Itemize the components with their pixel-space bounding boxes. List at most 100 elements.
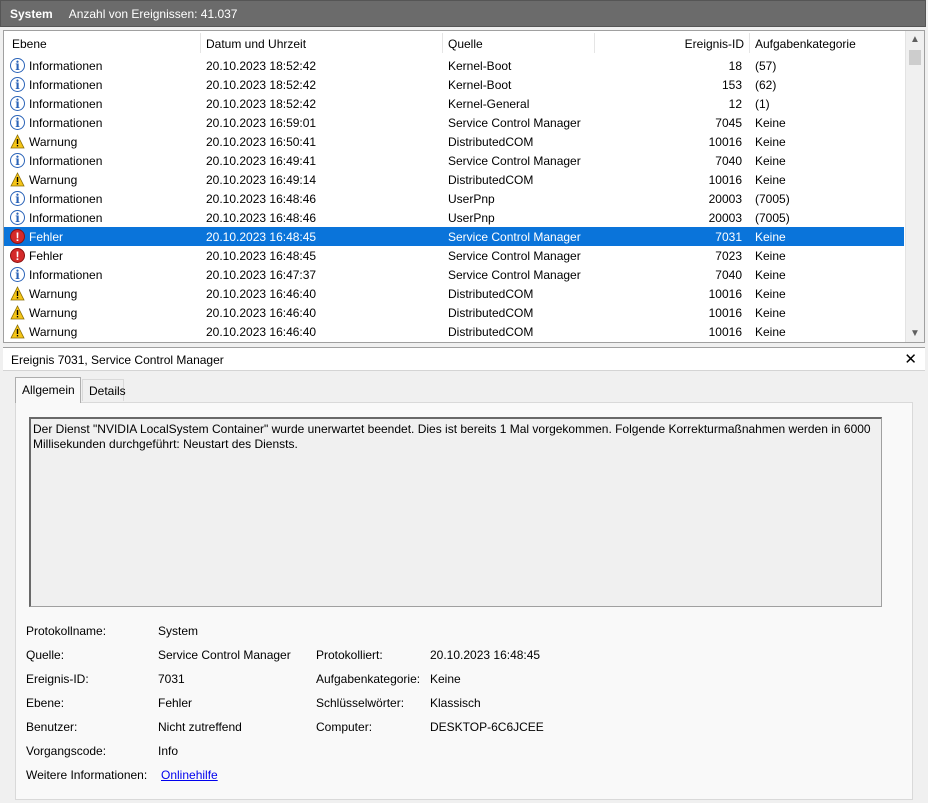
error-icon: ! — [10, 248, 25, 263]
info-icon: i — [10, 267, 25, 282]
event-id: 7040 — [715, 268, 742, 282]
label-computer: Computer: — [316, 720, 373, 734]
column-separator[interactable] — [442, 33, 443, 53]
scroll-up-icon[interactable]: ▲ — [906, 31, 924, 48]
vertical-scrollbar[interactable]: ▲ ▼ — [905, 31, 924, 342]
value-log-name[interactable]: System — [158, 624, 198, 638]
event-date: 20.10.2023 16:46:40 — [206, 306, 317, 320]
general-panel: Der Dienst "NVIDIA LocalSystem Container… — [15, 402, 913, 800]
label-task-category: Aufgabenkategorie: — [316, 672, 421, 686]
event-message-box[interactable]: Der Dienst "NVIDIA LocalSystem Container… — [29, 417, 882, 607]
column-separator[interactable] — [200, 33, 201, 53]
event-source: Kernel-General — [448, 97, 530, 111]
table-row[interactable]: Warnung 20.10.2023 16:46:40 DistributedCOM… — [4, 322, 904, 341]
table-row[interactable]: Warnung 20.10.2023 16:49:14 DistributedCOM… — [4, 170, 904, 189]
event-task-category: Keine — [755, 154, 786, 168]
value-task-category[interactable]: Keine — [430, 672, 461, 686]
label-event-id: Ereignis-ID: — [26, 672, 89, 686]
value-user[interactable]: Nicht zutreffend — [158, 720, 242, 734]
event-id: 10016 — [708, 287, 742, 301]
event-count: Anzahl von Ereignissen: 41.037 — [68, 6, 238, 21]
event-id: 10016 — [708, 135, 742, 149]
table-row[interactable]: i Informationen 20.10.2023 16:48:46 UserPnp… — [4, 189, 904, 208]
column-separator[interactable] — [594, 33, 595, 53]
event-level: Warnung — [29, 135, 78, 149]
event-detail-header: Ereignis 7031, Service Control Manager ✕ — [3, 347, 925, 371]
event-id: 7040 — [715, 154, 742, 168]
column-event-id[interactable]: Ereignis-ID — [685, 37, 744, 51]
event-level: Warnung — [29, 173, 78, 187]
column-source[interactable]: Quelle — [448, 37, 483, 51]
log-title-bar: System Anzahl von Ereignissen: 41.037 — [0, 0, 926, 27]
table-row[interactable]: i Informationen 20.10.2023 16:47:37 Service… — [4, 265, 904, 284]
event-task-category: Keine — [755, 325, 786, 339]
event-task-category: Keine — [755, 287, 786, 301]
scroll-thumb[interactable] — [909, 50, 921, 65]
table-row[interactable]: Warnung 20.10.2023 16:46:40 DistributedCOM… — [4, 303, 904, 322]
warning-icon — [10, 305, 25, 320]
table-row[interactable]: i Informationen 20.10.2023 18:52:42 Kernel-… — [4, 94, 904, 113]
event-level: Informationen — [29, 192, 103, 206]
event-id: 10016 — [708, 325, 742, 339]
online-help-link[interactable]: Onlinehilfe — [161, 768, 218, 782]
scroll-down-icon[interactable]: ▼ — [906, 325, 924, 342]
table-row[interactable]: ! Fehler 20.10.2023 16:48:45 Service Contro… — [4, 227, 904, 246]
label-opcode: Vorgangscode: — [26, 744, 107, 758]
table-row[interactable]: i Informationen 20.10.2023 18:52:42 Kernel-… — [4, 56, 904, 75]
event-level: Warnung — [29, 306, 78, 320]
info-icon: i — [10, 77, 25, 92]
event-id: 10016 — [708, 173, 742, 187]
table-row[interactable]: ! Fehler 20.10.2023 16:48:45 Service Contro… — [4, 246, 904, 265]
event-source: Service Control Manager — [448, 249, 581, 263]
tab-general[interactable]: Allgemein — [15, 377, 81, 403]
value-computer[interactable]: DESKTOP-6C6JCEE — [430, 720, 544, 734]
value-source[interactable]: Service Control Manager — [158, 648, 291, 662]
info-icon: i — [10, 153, 25, 168]
table-row[interactable]: i Informationen 20.10.2023 16:49:41 Service… — [4, 151, 904, 170]
event-date: 20.10.2023 16:46:40 — [206, 287, 317, 301]
column-date[interactable]: Datum und Uhrzeit — [206, 37, 306, 51]
event-task-category: Keine — [755, 135, 786, 149]
event-id: 10016 — [708, 306, 742, 320]
event-source: DistributedCOM — [448, 325, 534, 339]
label-level: Ebene: — [26, 696, 65, 710]
table-row[interactable]: i Informationen 20.10.2023 18:52:42 Kernel-… — [4, 75, 904, 94]
event-source: Kernel-Boot — [448, 78, 512, 92]
table-row[interactable]: i Informationen 20.10.2023 16:59:01 Service… — [4, 113, 904, 132]
event-level: Informationen — [29, 59, 103, 73]
value-event-id[interactable]: 7031 — [158, 672, 185, 686]
table-row[interactable]: Warnung 20.10.2023 16:46:40 DistributedCOM… — [4, 284, 904, 303]
tab-details[interactable]: Details — [82, 379, 126, 401]
event-date: 20.10.2023 18:52:42 — [206, 78, 317, 92]
value-logged[interactable]: 20.10.2023 16:48:45 — [430, 648, 540, 662]
column-level[interactable]: Ebene — [12, 37, 47, 51]
value-level[interactable]: Fehler — [158, 696, 192, 710]
value-keywords[interactable]: Klassisch — [430, 696, 481, 710]
column-task-category[interactable]: Aufgabenkategorie — [755, 37, 856, 51]
event-task-category: (7005) — [755, 192, 790, 206]
close-icon[interactable]: ✕ — [904, 350, 917, 368]
event-source: Kernel-Boot — [448, 59, 512, 73]
event-date: 20.10.2023 16:48:45 — [206, 249, 317, 263]
error-icon: ! — [10, 229, 25, 244]
event-date: 20.10.2023 18:52:42 — [206, 59, 317, 73]
event-source: Service Control Manager — [448, 154, 581, 168]
event-date: 20.10.2023 16:59:01 — [206, 116, 317, 130]
warning-icon — [10, 324, 25, 339]
table-row[interactable]: Warnung 20.10.2023 16:50:41 DistributedCOM… — [4, 132, 904, 151]
event-id: 7023 — [715, 249, 742, 263]
event-level: Warnung — [29, 325, 78, 339]
event-level: Informationen — [29, 116, 103, 130]
event-level: Informationen — [29, 97, 103, 111]
value-opcode[interactable]: Info — [158, 744, 178, 758]
table-row[interactable]: i Informationen 20.10.2023 16:48:46 UserPnp… — [4, 208, 904, 227]
event-list[interactable]: Ebene Datum und Uhrzeit Quelle Ereignis-… — [3, 30, 925, 343]
event-id: 7031 — [715, 230, 742, 244]
event-level: Informationen — [29, 268, 103, 282]
info-icon: i — [10, 210, 25, 225]
event-level: Informationen — [29, 78, 103, 92]
event-id: 20003 — [708, 211, 742, 225]
event-message: Der Dienst "NVIDIA LocalSystem Container… — [33, 422, 871, 451]
label-source: Quelle: — [26, 648, 65, 662]
column-separator[interactable] — [749, 33, 750, 53]
